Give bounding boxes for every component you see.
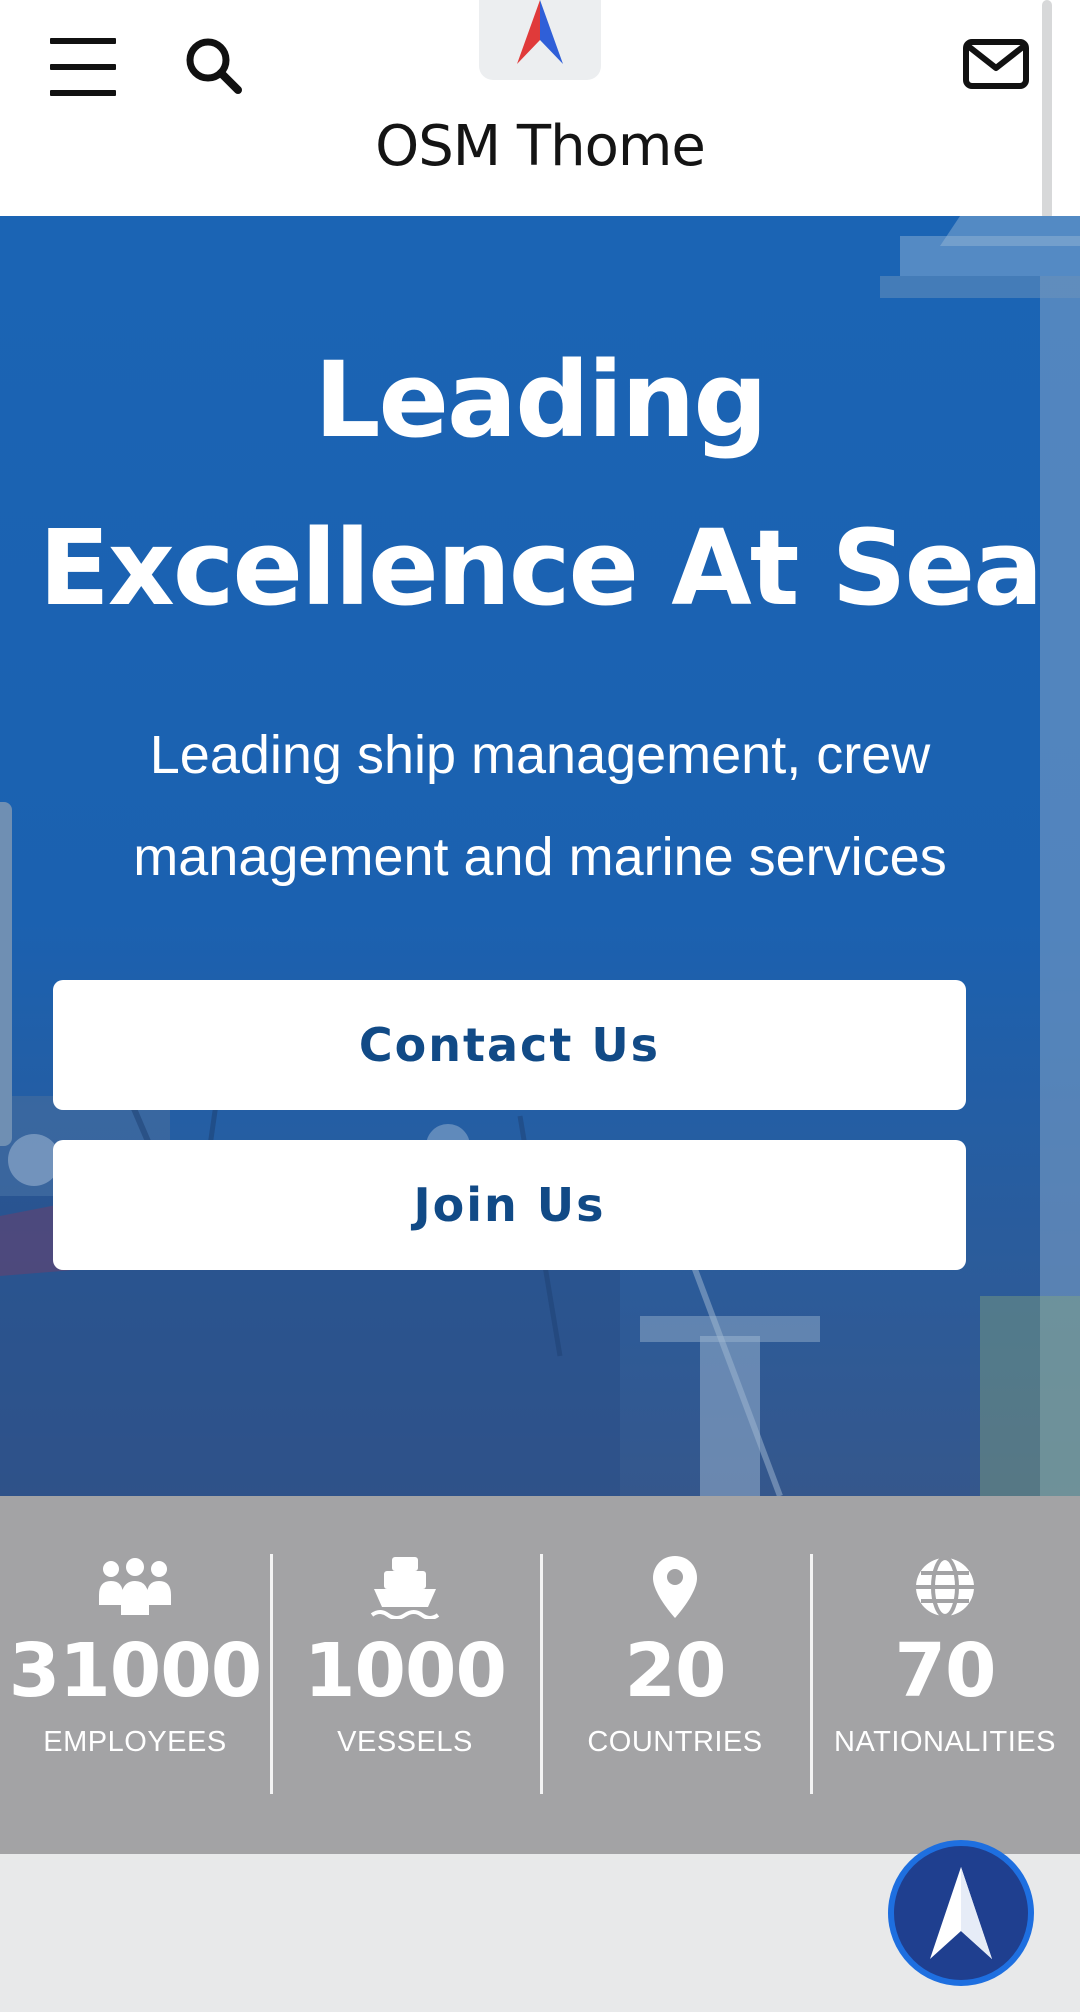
search-icon[interactable] bbox=[182, 34, 248, 100]
hero-subtitle-line-2: management and marine services bbox=[133, 827, 947, 887]
hero-subtitle-line-1: Leading ship management, crew bbox=[149, 725, 931, 785]
mail-icon[interactable] bbox=[962, 36, 1030, 94]
hero-title: Leading Excellence At Sea bbox=[0, 316, 1080, 652]
brand-name: OSM Thome bbox=[375, 114, 706, 179]
stats-bar: 31000 EMPLOYEES 1000 VESSELS 20 COUNTRIE… bbox=[0, 1496, 1080, 1854]
hero-banner: Leading Excellence At Sea Leading ship m… bbox=[0, 216, 1080, 1496]
top-header: OSM Thome bbox=[0, 0, 1080, 220]
stat-label: VESSELS bbox=[337, 1726, 473, 1758]
side-drawer-tab[interactable] bbox=[0, 802, 12, 1146]
osm-floating-button[interactable] bbox=[888, 1840, 1034, 1986]
stat-vessels: 1000 VESSELS bbox=[270, 1496, 540, 1854]
stat-value: 20 bbox=[624, 1628, 727, 1714]
brand-logo[interactable] bbox=[479, 0, 601, 80]
compass-arrow-icon bbox=[930, 1867, 992, 1959]
ship-icon bbox=[365, 1554, 445, 1620]
stat-value: 31000 bbox=[8, 1628, 262, 1714]
scrollbar-thumb[interactable] bbox=[1042, 0, 1052, 220]
join-us-button[interactable]: Join Us bbox=[53, 1140, 966, 1270]
stat-employees: 31000 EMPLOYEES bbox=[0, 1496, 270, 1854]
hero-title-line-1: Leading bbox=[314, 339, 768, 461]
stat-nationalities: 70 NATIONALITIES bbox=[810, 1496, 1080, 1854]
contact-us-button[interactable]: Contact Us bbox=[53, 980, 966, 1110]
stat-label: EMPLOYEES bbox=[43, 1726, 227, 1758]
stat-label: COUNTRIES bbox=[587, 1726, 763, 1758]
globe-icon bbox=[905, 1554, 985, 1620]
stat-countries: 20 COUNTRIES bbox=[540, 1496, 810, 1854]
stat-value: 70 bbox=[894, 1628, 997, 1714]
hamburger-menu-icon[interactable] bbox=[50, 38, 116, 96]
stat-label: NATIONALITIES bbox=[834, 1726, 1056, 1758]
hero-subtitle: Leading ship management, crew management… bbox=[60, 704, 1020, 908]
hero-title-line-2: Excellence At Sea bbox=[38, 507, 1044, 629]
location-pin-icon bbox=[635, 1554, 715, 1620]
people-icon bbox=[95, 1554, 175, 1620]
osm-compass-logo-icon bbox=[517, 0, 563, 64]
stat-value: 1000 bbox=[304, 1628, 507, 1714]
